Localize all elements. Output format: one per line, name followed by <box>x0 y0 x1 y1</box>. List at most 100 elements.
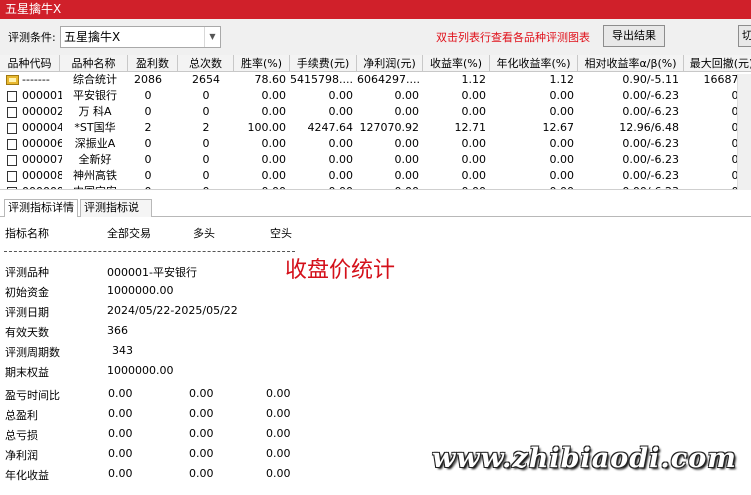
cell-rate: 0.00 <box>261 169 287 182</box>
info-label: 评测周期数 <box>5 346 60 359</box>
tab-metrics-detail[interactable]: 评测指标详情 <box>4 199 78 217</box>
cell-name: 全新好 <box>78 153 112 166</box>
document-icon <box>7 139 17 150</box>
stat-short: 0.00 <box>266 387 291 400</box>
tab-metrics-description[interactable]: 评测指标说明 <box>80 199 152 230</box>
cell-rel: 0.00/-6.23 <box>622 105 679 118</box>
stat-all: 0.00 <box>108 387 133 400</box>
cell-rel: 0.90/-5.11 <box>622 73 679 86</box>
detail-header-short: 空头 <box>270 227 292 240</box>
cell-profit: 0.00 <box>394 153 420 166</box>
cell-ret: 0.00 <box>461 153 487 166</box>
info-value: 1000000.00 <box>107 364 174 377</box>
cell-code: 000004 <box>22 121 62 134</box>
window-title: 五星擒牛X <box>0 0 751 19</box>
table-row[interactable]: ------- 综合统计 2086 2654 78.60 5415798.... 60642… <box>0 72 751 88</box>
cell-total: 0 <box>202 89 210 102</box>
table-row[interactable]: 000007 全新好 0 0 0.00 0.00 0.00 0.00 0.00 0.00/-6.2… <box>0 152 751 168</box>
col-header-total[interactable]: 总次数 <box>178 55 234 72</box>
cell-annual: 0.00 <box>549 105 575 118</box>
table-row[interactable]: 000009中国宝安000.000.000.000.000.000.00/-6.… <box>0 184 751 189</box>
table-row[interactable]: 000004 *ST国华 2 2 100.00 4247.64 127070.92 12.71… <box>0 120 751 136</box>
cell-rate: 0.00 <box>261 105 287 118</box>
stat-long: 0.00 <box>189 427 214 440</box>
vertical-scrollbar[interactable] <box>737 74 751 190</box>
col-header-return[interactable]: 收益率(%) <box>423 55 490 72</box>
info-value: 366 <box>107 324 128 337</box>
col-header-profit[interactable]: 净利润(元) <box>357 55 423 72</box>
col-header-annual[interactable]: 年化收益率(%) <box>490 55 578 72</box>
stat-all: 0.00 <box>108 447 133 460</box>
info-label: 评测品种 <box>5 266 49 279</box>
tab-bar: 评测指标详情 评测指标说明 <box>0 197 751 230</box>
stat-long: 0.00 <box>189 447 214 460</box>
col-header-rate[interactable]: 胜率(%) <box>234 55 290 72</box>
cell-code: 000009 <box>22 184 62 189</box>
cell-win: 0 <box>144 137 152 150</box>
condition-select[interactable]: 五星擒牛X ▼ <box>60 26 221 48</box>
cell-rel: 0.00/-6.23 <box>622 89 679 102</box>
col-header-drawdown[interactable]: 最大回撤(元) <box>684 55 751 72</box>
cell-code: 000002 <box>22 105 62 118</box>
cell-name: 综合统计 <box>73 73 117 86</box>
cell-annual: 0.00 <box>549 153 575 166</box>
edge-button[interactable]: 切 <box>738 25 751 47</box>
document-icon <box>7 107 17 118</box>
condition-select-value: 五星擒牛X <box>64 30 121 44</box>
stat-short: 0.00 <box>266 447 291 460</box>
double-click-hint: 双击列表行查看各品种评测图表 <box>436 31 590 44</box>
cell-win: 0 <box>144 169 152 182</box>
stat-long: 0.00 <box>189 467 214 480</box>
table-row[interactable]: 000002 万 科A 0 0 0.00 0.00 0.00 0.00 0.00 0.00/-6.… <box>0 104 751 120</box>
cell-rate: 0.00 <box>261 89 287 102</box>
cell-name: 万 科A <box>78 105 112 118</box>
export-button[interactable]: 导出结果 <box>603 25 665 47</box>
cell-profit: 6064297.... <box>357 73 419 86</box>
chevron-down-icon[interactable]: ▼ <box>204 27 220 47</box>
stat-label: 盈亏时间比 <box>5 389 60 402</box>
info-value: 000001-平安银行 <box>107 266 197 279</box>
cell-profit: 0.00 <box>394 169 420 182</box>
table-row[interactable]: 000008 神州高铁 0 0 0.00 0.00 0.00 0.00 0.00 0.00/-6.… <box>0 168 751 184</box>
cell-annual: 0.00 <box>549 137 575 150</box>
col-header-fee[interactable]: 手续费(元) <box>290 55 357 72</box>
col-header-name[interactable]: 品种名称 <box>60 55 128 72</box>
cell-rate: 0.00 <box>234 184 287 189</box>
info-label: 有效天数 <box>5 326 49 339</box>
cell-rel: 0.00/-6.23 <box>578 184 679 189</box>
document-icon <box>7 123 17 134</box>
stat-short: 0.00 <box>266 407 291 420</box>
col-header-relative[interactable]: 相对收益率α/β(%) <box>578 55 684 72</box>
results-table: 品种代码 品种名称 盈利数 总次数 胜率(%) 手续费(元) 净利润(元) 收益… <box>0 55 751 190</box>
stat-label: 总盈利 <box>5 409 38 422</box>
divider <box>4 251 295 252</box>
cell-annual: 0.00 <box>490 184 575 189</box>
cell-rel: 0.00/-6.23 <box>622 137 679 150</box>
detail-panel: 指标名称 全部交易 多头 空头 收盘价统计 评测品种 000001-平安银行 初始资… <box>0 217 751 495</box>
cell-ret: 0.00 <box>423 184 487 189</box>
info-value: 1000000.00 <box>107 284 174 297</box>
info-value: 343 <box>112 344 133 357</box>
document-icon <box>7 187 17 189</box>
cell-annual: 12.67 <box>542 121 575 134</box>
col-header-code[interactable]: 品种代码 <box>0 55 60 72</box>
cell-name: *ST国华 <box>74 121 116 134</box>
overlay-title: 收盘价统计 <box>285 258 396 283</box>
cell-profit: 0.00 <box>394 89 420 102</box>
table-row[interactable]: 000006 深振业A 0 0 0.00 0.00 0.00 0.00 0.00 0.00/-6.… <box>0 136 751 152</box>
stat-label: 总亏损 <box>5 429 38 442</box>
cell-fee: 4247.64 <box>307 121 354 134</box>
table-row[interactable]: 000001 平安银行 0 0 0.00 0.00 0.00 0.00 0.00 0.00/-6.… <box>0 88 751 104</box>
watermark: www.zhibiaodi.com <box>432 443 737 474</box>
cell-total: 0 <box>180 184 232 189</box>
cell-annual: 0.00 <box>549 169 575 182</box>
detail-header-all: 全部交易 <box>107 227 151 240</box>
cell-fee: 0.00 <box>328 169 354 182</box>
cell-win: 0 <box>144 105 152 118</box>
stat-label: 年化收益 <box>5 469 49 482</box>
document-icon <box>7 171 17 182</box>
cell-win: 2086 <box>134 73 162 86</box>
info-value: 2024/05/22-2025/05/22 <box>107 304 238 317</box>
cell-rate: 78.60 <box>254 73 287 86</box>
col-header-win[interactable]: 盈利数 <box>128 55 178 72</box>
